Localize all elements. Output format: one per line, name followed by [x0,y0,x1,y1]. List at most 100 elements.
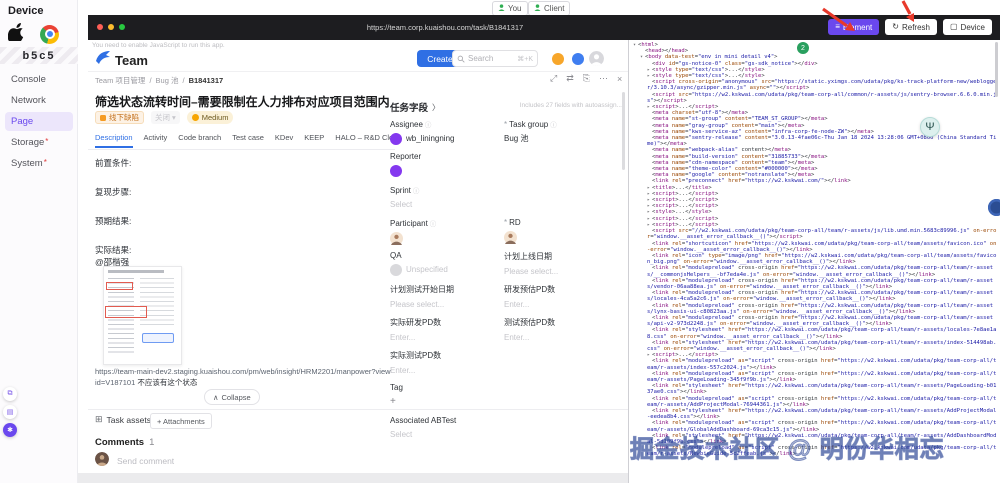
image-panel-icon[interactable]: ▤ [3,405,17,419]
status-dropdown[interactable]: 关闭 ▾ [151,111,180,124]
breadcrumb-item[interactable]: Team 项目管理 [95,75,145,86]
field-value[interactable]: wb_liningning [390,132,504,145]
field-value[interactable]: Unspecified [390,263,504,276]
fields-panel-header[interactable]: 任务字段 〉 [390,100,440,115]
field-row: Sprint ⓘ Select [390,185,626,218]
tab-description[interactable]: Description [95,133,133,148]
field: Participant ⓘ [390,218,504,251]
team-float-widget[interactable]: Ψ [920,117,940,137]
fields-scrollbar[interactable] [622,92,625,170]
sidebar-item-page[interactable]: Page [5,112,73,131]
code-line[interactable]: <link rel="shortcuticon" href="https://w… [631,241,998,253]
add-tag-button[interactable]: + [390,396,396,407]
code-line[interactable]: <script src="//w2.kskwai.com/udata/pkg/t… [631,228,998,240]
tabs-divider [88,149,395,150]
field: 测试预估PD数 Enter... [504,317,626,350]
multi-window-icon[interactable]: ⧉ [3,387,17,401]
you-connection-pill[interactable]: You [492,1,528,16]
help-icon[interactable] [572,53,584,65]
search-input[interactable]: Search ⌘+K [452,50,538,67]
breadcrumb-item[interactable]: Bug 池 [156,75,179,86]
chrome-icon [40,24,59,44]
field: 实际测试PD数 Enter... [390,350,504,383]
copy-icon[interactable]: ⎘ [583,73,590,84]
tab-keep[interactable]: KEEP [304,133,324,148]
fields-panel-meta: Includes 27 fields with autoassign... [519,102,622,109]
refresh-button[interactable]: ↻ Refresh [885,19,937,35]
priority-tag[interactable]: Medium [186,111,234,124]
tab-code-branch[interactable]: Code branch [178,133,221,148]
attachment-screenshot[interactable] [103,266,182,365]
sidebar-item-network[interactable]: Network [5,91,73,110]
attachments-button[interactable]: + Attachments [150,413,212,429]
field-value[interactable]: Select [390,198,504,211]
code-line[interactable]: <link rel="stylesheet" href="https://w2.… [631,383,998,395]
brain-icon[interactable]: ✱ [3,423,17,437]
code-line[interactable]: <link rel="icon" type="image/png" href="… [631,253,998,265]
close-window-icon[interactable] [97,24,103,30]
field-value[interactable]: Select [390,428,504,441]
sidebar-item-console[interactable]: Console [5,70,73,89]
field [504,350,626,383]
collapse-button[interactable]: ∧ Collapse [204,389,260,405]
tab-halo-r-d-cloud[interactable]: HALO – R&D Cloud [335,133,397,148]
field-value[interactable]: Enter... [390,331,504,344]
sidebar-item-system[interactable]: System* [5,154,73,173]
code-line[interactable]: <link rel="modulepreload" cross-origin h… [631,265,998,277]
device-panel-title: Device [8,5,44,17]
device-button[interactable]: ▢ Device [942,19,992,35]
field-row: Associated ABTest Select [390,416,626,449]
field-value[interactable]: Please select... [504,265,626,278]
field-value[interactable]: Enter... [390,364,504,377]
code-line[interactable]: <link rel="stylesheet" href="https://w2.… [631,340,998,352]
close-icon[interactable]: × [617,74,622,84]
maximize-window-icon[interactable] [119,24,125,30]
notification-icon[interactable] [552,53,564,65]
field-label-text: Reporter [390,152,422,161]
fields-list: Assignee ⓘ wb_liningning * Task group ⓘ Bug 池R… [390,119,626,449]
field-value[interactable]: Enter... [504,298,626,311]
field-value[interactable]: Enter... [504,331,626,344]
code-line[interactable]: <meta name="sentry-release" content="3.0… [631,135,998,147]
more-icon[interactable]: ⋯ [599,73,608,84]
task-assets[interactable]: ⊞ Task assets [95,414,151,425]
user-avatar[interactable] [589,51,604,66]
field-placeholder: Enter... [390,366,416,375]
field-value[interactable] [390,164,504,177]
sidebar-item-storage[interactable]: Storage* [5,133,73,152]
comment-input[interactable]: Send comment [117,456,174,466]
fullscreen-icon[interactable]: ⤢ [550,73,557,84]
inspector-scrollbar[interactable] [995,42,998,97]
field-value[interactable]: + [390,395,504,408]
field-label: QA [390,251,504,260]
code-line[interactable]: <link rel="modulepreload" cross-origin h… [631,315,998,327]
code-line[interactable]: <link rel="modulepreload" cross-origin h… [631,303,998,315]
edge-float-widget[interactable] [988,199,1000,216]
client-connection-pill[interactable]: Client [528,1,571,16]
field: Sprint ⓘ Select [390,185,504,218]
code-line[interactable]: <link rel="modulepreload" cross-origin h… [631,278,998,290]
code-line[interactable]: <link rel="modulepreload" cross-origin h… [631,290,998,302]
code-line[interactable]: <link rel="modulepreload" as="script" cr… [631,371,998,383]
field-value[interactable] [390,231,504,245]
minimize-window-icon[interactable] [108,24,114,30]
field-value[interactable]: Please select... [390,298,504,311]
code-line[interactable]: <link rel="modulepreload" as="script" cr… [631,396,998,408]
category-tag[interactable]: 线下缺陷 [95,111,144,124]
window-controls[interactable] [97,24,125,30]
field-value[interactable]: Bug 池 [504,132,626,145]
code-line[interactable]: <script cross-origin="anonymous" src="ht… [631,79,998,91]
tab-activity[interactable]: Activity [144,133,168,148]
tab-kdev[interactable]: KDev [275,133,293,148]
code-line[interactable]: <link rel="stylesheet" href="https://w2.… [631,408,998,420]
tab-test-case[interactable]: Test case [232,133,264,148]
switch-icon[interactable]: ⇄ [566,73,574,84]
you-connection-icon [498,4,505,13]
code-line[interactable]: <link rel="stylesheet" href="https://w2.… [631,327,998,339]
code-line[interactable]: <link rel="modulepreload" as="script" cr… [631,358,998,370]
element-button[interactable]: ≡ Element [828,19,880,35]
code-line[interactable]: <script src="https://w2.kskwai.com/udata… [631,92,998,104]
field-value[interactable] [504,230,626,244]
field-label: * Task group ⓘ [504,119,626,130]
breadcrumb-item[interactable]: B1841317 [189,76,224,85]
